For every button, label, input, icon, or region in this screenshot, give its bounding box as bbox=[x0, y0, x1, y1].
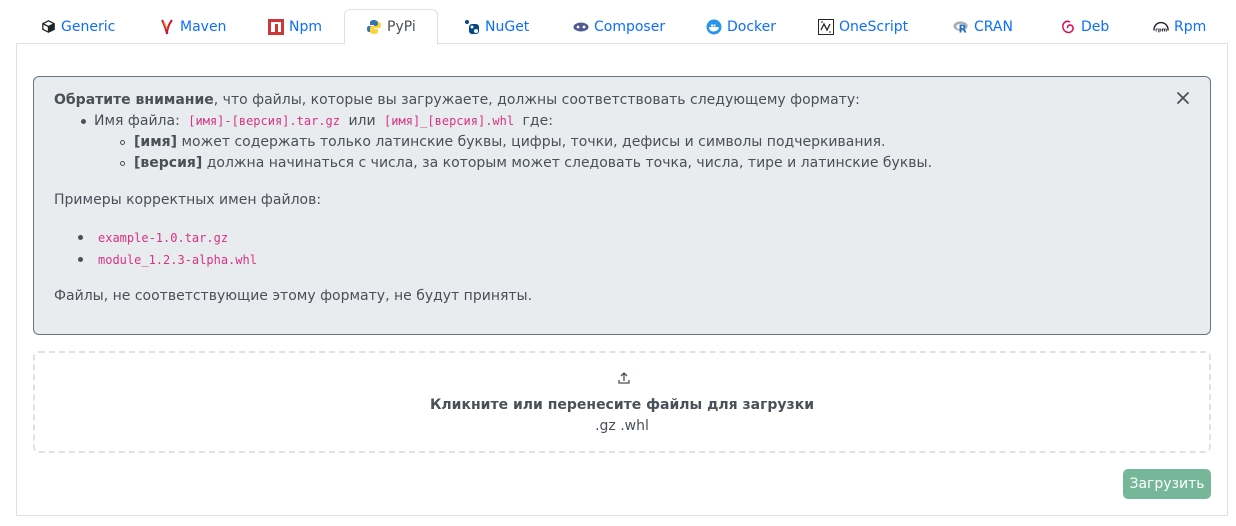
tab-label: Composer bbox=[594, 18, 666, 35]
rule-name-line: [имя] может содержать только латинские б… bbox=[134, 134, 885, 150]
box-icon bbox=[40, 19, 56, 35]
rule-version-bold: [версия] bbox=[134, 155, 203, 171]
format-tar-gz: [имя]-[версия].tar.gz bbox=[188, 114, 340, 128]
example-item: example-1.0.tar.gz bbox=[98, 230, 228, 246]
bullet-icon bbox=[81, 119, 86, 124]
tab-label: Npm bbox=[289, 18, 322, 35]
format-whl: [имя]_[версия].whl bbox=[384, 114, 515, 128]
tab-label: CRAN bbox=[974, 18, 1013, 35]
bullet-icon bbox=[78, 257, 83, 262]
tab-rpm[interactable]: rpm Rpm bbox=[1153, 9, 1206, 44]
tab-composer[interactable]: Composer bbox=[573, 9, 665, 44]
tab-onescript[interactable]: OneScript bbox=[818, 9, 908, 44]
onescript-icon bbox=[818, 18, 834, 35]
dropzone-extensions: .gz .whl bbox=[595, 418, 649, 434]
debian-swirl-icon bbox=[1060, 19, 1076, 35]
filename-label: Имя файла: bbox=[94, 113, 180, 129]
docker-icon bbox=[706, 19, 722, 35]
tab-label: OneScript bbox=[839, 18, 909, 35]
example-filename: example-1.0.tar.gz bbox=[98, 231, 229, 245]
package-type-tabs: Generic Maven Npm PyPi NuGet Composer Do… bbox=[16, 9, 1228, 45]
where-word: где: bbox=[522, 113, 553, 129]
notice-heading: Обратите внимание, что файлы, которые вы… bbox=[54, 92, 860, 108]
bullet-icon bbox=[120, 140, 125, 145]
format-notice-alert: Обратите внимание, что файлы, которые вы… bbox=[33, 76, 1211, 335]
tab-npm[interactable]: Npm bbox=[268, 9, 322, 44]
r-icon: R bbox=[953, 19, 969, 35]
close-icon[interactable] bbox=[1174, 89, 1192, 107]
tab-cran[interactable]: R CRAN bbox=[953, 9, 1013, 44]
composer-icon bbox=[573, 19, 589, 35]
file-dropzone[interactable]: Кликните или перенесите файлы для загруз… bbox=[33, 351, 1211, 453]
example-item: module_1.2.3-alpha.whl bbox=[98, 252, 257, 268]
rpm-icon: rpm bbox=[1153, 19, 1169, 35]
svg-text:R: R bbox=[959, 23, 967, 33]
or-word: или bbox=[348, 113, 376, 129]
tab-label: Generic bbox=[61, 18, 116, 35]
bullet-icon bbox=[78, 235, 83, 240]
rule-version-text: должна начинаться с числа, за которым мо… bbox=[202, 155, 933, 171]
rule-version-line: [версия] должна начинаться с числа, за к… bbox=[134, 155, 932, 171]
notice-heading-text: , что файлы, которые вы загружаете, долж… bbox=[213, 92, 860, 108]
python-icon bbox=[366, 19, 382, 35]
tab-nuget[interactable]: NuGet bbox=[464, 9, 529, 44]
tab-label: Rpm bbox=[1174, 18, 1207, 35]
tab-pypi[interactable]: PyPi bbox=[344, 9, 438, 45]
tab-docker[interactable]: Docker bbox=[706, 9, 776, 44]
tab-label: NuGet bbox=[485, 18, 530, 35]
tab-generic[interactable]: Generic bbox=[40, 9, 115, 44]
tab-label: Docker bbox=[727, 18, 777, 35]
maven-feather-icon bbox=[159, 18, 175, 35]
tab-label: Deb bbox=[1081, 18, 1110, 35]
rule-name-bold: [имя] bbox=[134, 134, 178, 150]
tab-deb[interactable]: Deb bbox=[1060, 9, 1109, 44]
examples-title: Примеры корректных имен файлов: bbox=[54, 192, 322, 208]
dropzone-message: Кликните или перенесите файлы для загруз… bbox=[429, 397, 814, 413]
notice-heading-bold: Обратите внимание bbox=[54, 92, 214, 108]
svg-text:rpm: rpm bbox=[1155, 27, 1167, 33]
upload-button[interactable]: Загрузить bbox=[1123, 469, 1211, 499]
nuget-icon bbox=[464, 19, 480, 35]
notice-footer: Файлы, не соответствующие этому формату,… bbox=[54, 288, 533, 304]
tab-label: PyPi bbox=[387, 19, 416, 35]
bullet-icon bbox=[120, 161, 125, 166]
rule-name-text: может содержать только латинские буквы, … bbox=[177, 134, 886, 150]
filename-format-line: Имя файла: [имя]-[версия].tar.gz или [им… bbox=[94, 113, 553, 129]
tab-label: Maven bbox=[180, 18, 227, 35]
npm-icon bbox=[268, 18, 284, 35]
upload-icon bbox=[617, 371, 631, 385]
tab-maven[interactable]: Maven bbox=[159, 9, 226, 44]
example-filename: module_1.2.3-alpha.whl bbox=[98, 253, 257, 267]
